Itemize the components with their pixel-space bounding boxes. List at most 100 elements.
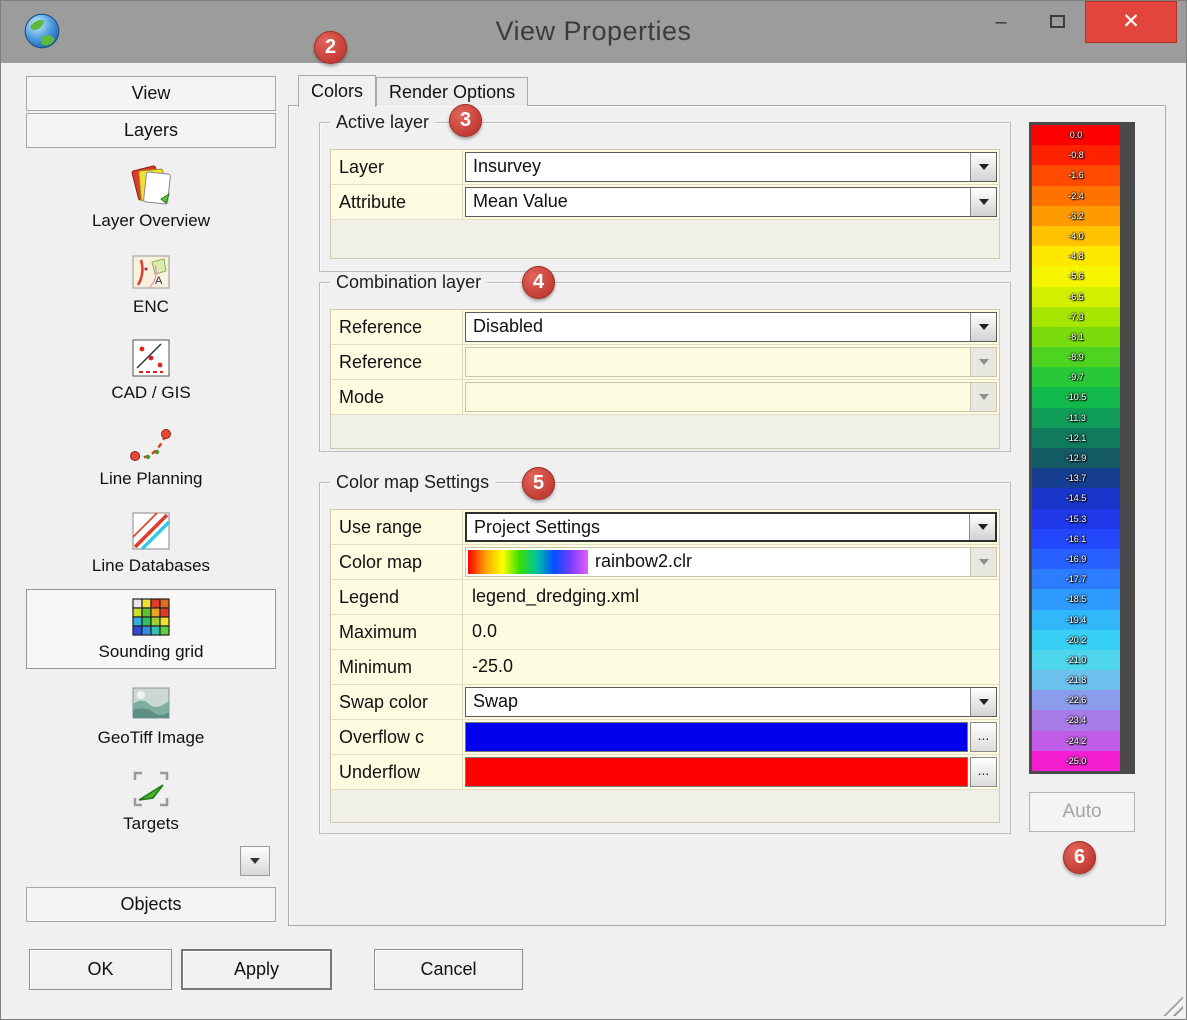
legend-value: -11.3 [1032, 408, 1120, 428]
property-value-attribute: Mean Value [463, 185, 999, 219]
property-label: Attribute [331, 185, 463, 219]
property-value-maximum: 0.0 [463, 615, 999, 649]
property-value-minimum: -25.0 [463, 650, 999, 684]
legend-value: -4.8 [1032, 246, 1120, 266]
minimize-button[interactable]: – [981, 7, 1021, 37]
legend-band: -12.9 [1032, 448, 1120, 468]
svg-text:A: A [155, 275, 163, 287]
property-text-value[interactable]: -25.0 [465, 652, 513, 682]
tab-colors[interactable]: Colors [298, 75, 376, 107]
sidebar-section-layers[interactable]: Layers [26, 113, 276, 148]
legend-value: -6.5 [1032, 287, 1120, 307]
dropdown-layer[interactable]: Insurvey [465, 152, 997, 182]
view-properties-window: View Properties – ✕ View Layers Layer Ov… [0, 0, 1187, 1020]
legend-band: -23.4 [1032, 710, 1120, 730]
line-databases-icon [128, 508, 174, 554]
geotiff-icon [128, 680, 174, 726]
sidebar-section-objects[interactable]: Objects [26, 887, 276, 922]
sidebar-item-layer-overview[interactable]: Layer Overview [26, 158, 276, 238]
chevron-down-icon [970, 348, 996, 376]
tab-render-options[interactable]: Render Options [376, 77, 528, 106]
chevron-down-icon[interactable] [970, 688, 996, 716]
overflow-c-browse-button[interactable]: ... [970, 722, 997, 752]
dropdown-mode [465, 382, 997, 412]
auto-button[interactable]: Auto [1029, 792, 1135, 832]
property-label: Underflow [331, 755, 463, 789]
legend-band: -15.3 [1032, 509, 1120, 529]
dropdown-value: Mean Value [466, 188, 970, 216]
chevron-down-icon[interactable] [969, 514, 995, 540]
sidebar-item-targets[interactable]: Targets [26, 761, 276, 841]
property-grid-active-layer: LayerInsurveyAttributeMean Value [330, 149, 1000, 259]
sidebar-scroll-down-button[interactable] [240, 846, 270, 876]
callout-4: 4 [522, 266, 555, 299]
sidebar-item-cad-gis[interactable]: CAD / GIS [26, 330, 276, 410]
legend-band: -3.2 [1032, 206, 1120, 226]
legend-value: -25.0 [1032, 751, 1120, 771]
property-row-overflow-c: Overflow c... [331, 720, 999, 755]
group-title: Active layer [330, 112, 435, 133]
tab-bar: ColorsRender Options [298, 75, 528, 106]
overflow-c-color-swatch[interactable] [465, 722, 968, 752]
sidebar-item-line-planning[interactable]: Line Planning [26, 416, 276, 496]
underflow-browse-button[interactable]: ... [970, 757, 997, 787]
close-button[interactable]: ✕ [1085, 1, 1177, 43]
group-combination-layer: Combination layer ReferenceDisabledRefer… [319, 282, 1011, 452]
property-value-reference: Disabled [463, 310, 999, 344]
dropdown-reference [465, 347, 997, 377]
legend-band: -0.8 [1032, 145, 1120, 165]
dropdown-use-range[interactable]: Project Settings [465, 512, 997, 542]
property-row-swap-color: Swap colorSwap [331, 685, 999, 720]
titlebar: View Properties – ✕ [1, 1, 1186, 63]
legend-band: -6.5 [1032, 287, 1120, 307]
legend-value: -12.1 [1032, 428, 1120, 448]
dropdown-reference[interactable]: Disabled [465, 312, 997, 342]
legend-band: -8.1 [1032, 327, 1120, 347]
property-value-legend: legend_dredging.xml [463, 580, 999, 614]
legend-band: -5.6 [1032, 266, 1120, 286]
property-value-mode [463, 380, 999, 414]
sidebar-item-geotiff-image[interactable]: GeoTiff Image [26, 675, 276, 755]
legend-band: -21.8 [1032, 670, 1120, 690]
apply-button[interactable]: Apply [181, 949, 332, 990]
dropdown-value [466, 348, 970, 376]
legend-value: -12.9 [1032, 448, 1120, 468]
maximize-button[interactable] [1037, 7, 1077, 37]
sidebar-item-sounding-grid[interactable]: Sounding grid [26, 589, 276, 669]
property-label: Use range [331, 510, 463, 544]
legend-value: -4.0 [1032, 226, 1120, 246]
legend-value: -18.5 [1032, 589, 1120, 609]
property-value-reference [463, 345, 999, 379]
sidebar-item-line-databases[interactable]: Line Databases [26, 503, 276, 583]
sidebar-section-view[interactable]: View [26, 76, 276, 111]
legend-band: -7.3 [1032, 307, 1120, 327]
layer-overview-icon [128, 163, 174, 209]
dropdown-swap-color[interactable]: Swap [465, 687, 997, 717]
dropdown-attribute[interactable]: Mean Value [465, 187, 997, 217]
property-grid-combination-layer: ReferenceDisabledReferenceMode [330, 309, 1000, 449]
sidebar-item-enc[interactable]: AENC [26, 244, 276, 324]
underflow-color-swatch[interactable] [465, 757, 968, 787]
colormap-gradient-swatch [468, 550, 588, 574]
property-text-value[interactable]: 0.0 [465, 617, 497, 647]
targets-icon [128, 766, 174, 812]
chevron-down-icon[interactable] [970, 188, 996, 216]
group-title: Combination layer [330, 272, 487, 293]
resize-grip[interactable] [1161, 994, 1183, 1016]
callout-5: 5 [522, 467, 555, 500]
group-color-map-settings: Color map Settings Use rangeProject Sett… [319, 482, 1011, 834]
callout-6: 6 [1063, 841, 1096, 874]
cancel-button[interactable]: Cancel [374, 949, 523, 990]
chevron-down-icon[interactable] [970, 313, 996, 341]
dropdown-value: Project Settings [467, 514, 969, 540]
ok-button[interactable]: OK [29, 949, 172, 990]
callout-2: 2 [314, 31, 347, 64]
legend-value: -1.6 [1032, 165, 1120, 185]
dropdown-value: Insurvey [466, 153, 970, 181]
sidebar-item-label: Layer Overview [27, 211, 275, 231]
legend-band: -20.2 [1032, 630, 1120, 650]
legend-band: -4.0 [1032, 226, 1120, 246]
chevron-down-icon[interactable] [970, 153, 996, 181]
property-text-value[interactable]: legend_dredging.xml [465, 582, 639, 612]
legend-band: -13.7 [1032, 468, 1120, 488]
